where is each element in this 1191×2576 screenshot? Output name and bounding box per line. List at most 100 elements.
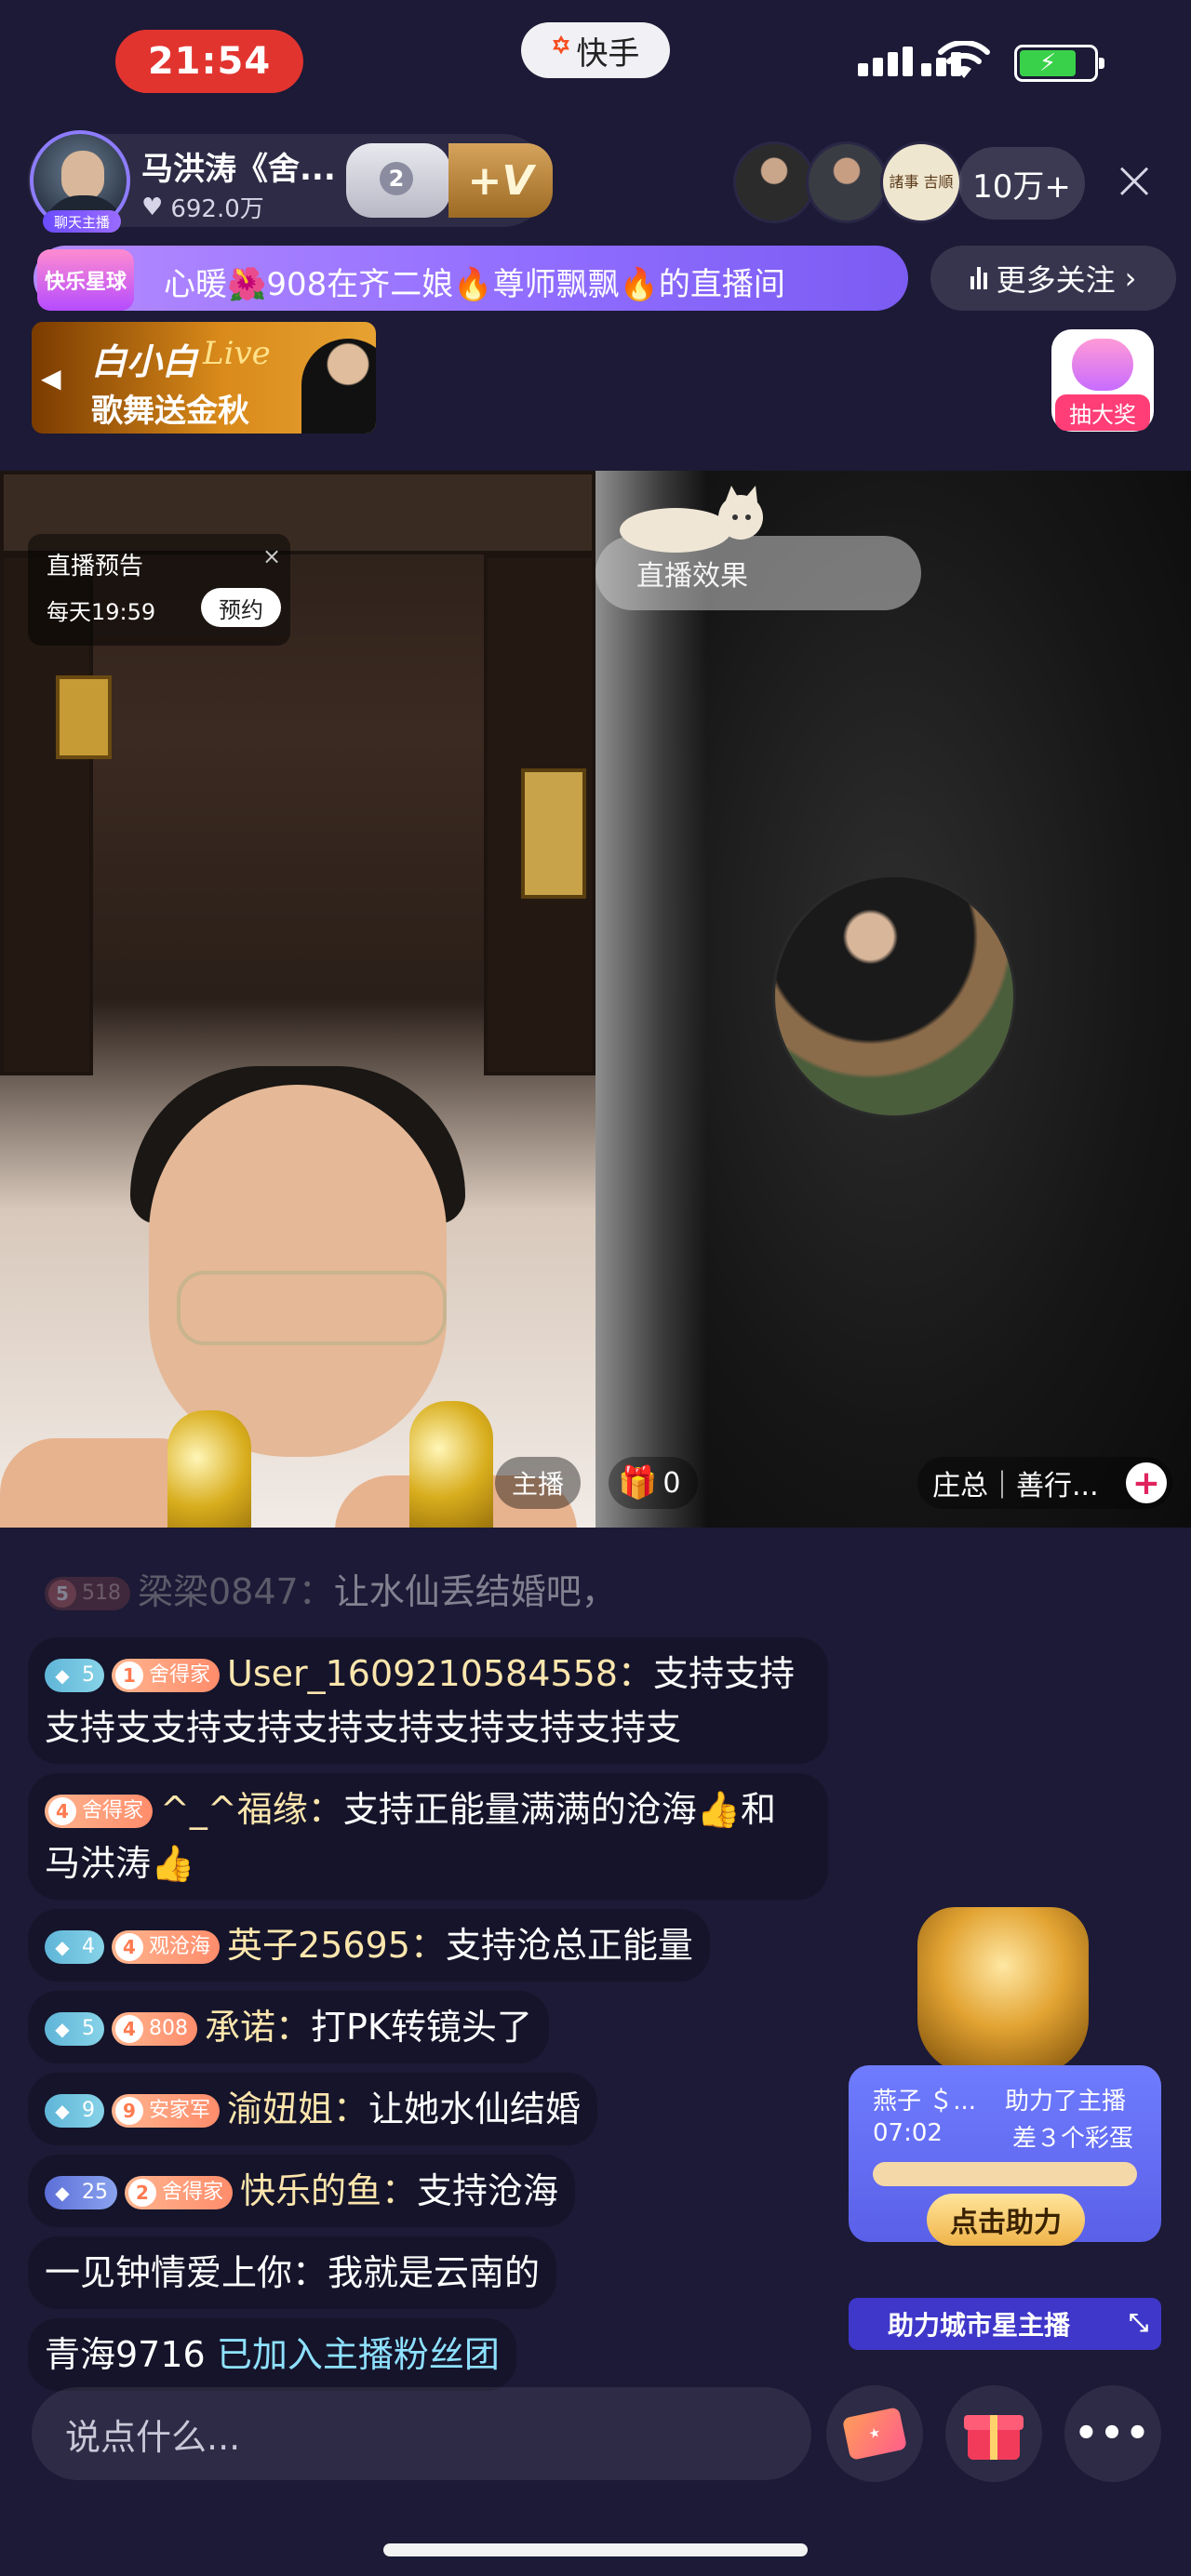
chat-text: 支持沧海 bbox=[417, 2170, 559, 2211]
more-follow-label: 更多关注 bbox=[996, 262, 1116, 298]
gem-badge: ◆ 5 bbox=[45, 2012, 104, 2046]
chat-message[interactable]: ◆ 9 9 安家军 渝妞姐：让她水仙结婚 bbox=[28, 2073, 598, 2145]
fan-club-badge: 2 舍得家 bbox=[125, 2176, 234, 2209]
viewer-count[interactable]: 10万+ bbox=[958, 147, 1085, 220]
home-indicator[interactable] bbox=[383, 2543, 808, 2556]
fan-club-badge: 4 舍得家 bbox=[45, 1795, 154, 1828]
city-star-widget[interactable]: 燕子 ＄... 助力了主播 07:02 差３个彩蛋 点击助力 助力城市星主播 ⤡ bbox=[849, 1907, 1161, 2350]
chat-text: 让水仙丢结婚吧， bbox=[333, 1571, 617, 1612]
chat-username[interactable]: 一见钟情爱上你： bbox=[45, 2252, 328, 2293]
gem-badge: ◆ 25 bbox=[45, 2176, 117, 2209]
guest-name: 庄总｜善行... bbox=[932, 1470, 1099, 1502]
gift-button[interactable] bbox=[945, 2385, 1042, 2482]
app-indicator[interactable]: ꙳ 快手 bbox=[521, 22, 670, 78]
chat-text: 支持正能量满满的沧海👍和马洪涛👍 bbox=[45, 1789, 777, 1884]
caret-left-icon: ◀ bbox=[41, 363, 61, 394]
gem-badge: ◆ 5 bbox=[45, 1659, 104, 1692]
gift-count: 0 bbox=[662, 1466, 681, 1500]
trophy-icon bbox=[917, 1907, 1089, 2075]
chat-message[interactable]: 5 518 梁梁0847：让水仙丢结婚吧， bbox=[28, 1555, 634, 1628]
top-viewer-avatar[interactable] bbox=[733, 141, 815, 223]
promo-banner[interactable]: ◀ 白小白 Live 歌舞送金秋 bbox=[32, 322, 376, 434]
chat-text: 我就是云南的 bbox=[328, 2252, 541, 2293]
battery-icon: ⚡ bbox=[1014, 45, 1104, 82]
heart-icon bbox=[1072, 339, 1133, 391]
city-star-footer[interactable]: 助力城市星主播 ⤡ bbox=[849, 2298, 1161, 2350]
cat-icon bbox=[620, 486, 763, 553]
fan-club-badge: 4 808 bbox=[112, 2012, 197, 2046]
status-time: 21:54 bbox=[115, 30, 303, 93]
host-category-badge: 聊天主播 bbox=[43, 210, 121, 233]
chat-message[interactable]: ◆ 5 1 舍得家 User_1609210584558：支持支持支持支支持支持支持支持… bbox=[28, 1637, 828, 1764]
banner-title: 白小白 bbox=[91, 341, 198, 382]
chat-username[interactable]: 承诺： bbox=[205, 2007, 311, 2048]
chat-message[interactable]: ◆ 25 2 舍得家 快乐的鱼：支持沧海 bbox=[28, 2155, 576, 2227]
kuaishou-logo-icon: ꙳ bbox=[551, 31, 571, 72]
live-preview-card[interactable]: 直播预告 × 每天19:59 预约 bbox=[28, 534, 290, 646]
preview-title: 直播预告 bbox=[47, 553, 144, 581]
chat-username[interactable]: 青海9716 bbox=[45, 2334, 206, 2375]
happy-planet-badge: 快乐星球 bbox=[37, 249, 134, 311]
host-likes: ♥ 692.0万 bbox=[141, 190, 264, 224]
fan-club-badge: 1 舍得家 bbox=[112, 1659, 221, 1692]
chat-text: 支持沧总正能量 bbox=[445, 1925, 693, 1966]
gem-badge: ◆ 9 bbox=[45, 2094, 104, 2128]
top-viewer-avatar[interactable]: 諸事 吉順 bbox=[880, 141, 962, 223]
chat-message[interactable]: ◆ 5 4 808 承诺：打PK转镜头了 bbox=[28, 1991, 549, 2063]
fan-club-badge: 4 观沧海 bbox=[112, 1930, 221, 1964]
chat-list[interactable]: 5 518 梁梁0847：让水仙丢结婚吧， ◆ 5 1 舍得家 User_160921058… bbox=[28, 1555, 828, 2400]
lottery-button[interactable]: 抽大奖 bbox=[1051, 329, 1154, 432]
follow-plus-icon[interactable]: + bbox=[1126, 1462, 1167, 1503]
diamond-icon: ◆ bbox=[55, 1664, 70, 1687]
fan-level-badge: 5 518 bbox=[45, 1577, 130, 1610]
chat-message[interactable]: ◆ 4 4 观沧海 英子25695：支持沧总正能量 bbox=[28, 1909, 710, 1982]
eggs-remaining: 差３个彩蛋 bbox=[1012, 2125, 1134, 2153]
chat-username[interactable]: ^_^福缘： bbox=[160, 1789, 343, 1830]
help-button[interactable]: 点击助力 bbox=[927, 2194, 1085, 2246]
follow-v-button[interactable]: +V bbox=[448, 143, 553, 218]
fan-club-badge: 9 安家军 bbox=[112, 2094, 221, 2128]
chart-bars-icon bbox=[970, 267, 987, 289]
chat-text: 让她水仙结婚 bbox=[368, 2089, 582, 2129]
guest-name-tag[interactable]: 庄总｜善行... + bbox=[917, 1457, 1172, 1509]
more-icon[interactable]: ••• bbox=[1064, 2385, 1161, 2482]
helper-action: 助力了主播 bbox=[1005, 2088, 1127, 2116]
guest-camera-bubble[interactable] bbox=[772, 874, 1016, 1118]
city-star-label: 助力城市星主播 bbox=[888, 2310, 1071, 2341]
chat-username[interactable]: 梁梁0847： bbox=[138, 1571, 334, 1612]
close-icon[interactable]: × bbox=[262, 543, 281, 569]
host-name[interactable]: 马洪涛《舍... bbox=[141, 143, 336, 189]
more-follow-button[interactable]: 更多关注 › bbox=[930, 246, 1176, 311]
chevron-right-icon: › bbox=[1124, 260, 1137, 296]
chat-username[interactable]: User_1609210584558： bbox=[227, 1653, 653, 1694]
gem-badge: ◆ 4 bbox=[45, 1930, 104, 1964]
system-message[interactable]: 青海9716 已加入主播粉丝团 bbox=[28, 2318, 516, 2391]
marquee-text: 心暖🌺908在齐二娘🔥尊师飘飘🔥的直播间 bbox=[164, 266, 785, 303]
collapse-icon[interactable]: ⤡ bbox=[1129, 2309, 1148, 2338]
host-tag: 主播 bbox=[495, 1457, 581, 1509]
gift-icon: 🎁 bbox=[618, 1464, 658, 1502]
level-badge[interactable]: 2 bbox=[346, 143, 450, 218]
level-number: 2 bbox=[380, 162, 413, 195]
close-icon[interactable]: × bbox=[1111, 153, 1158, 207]
city-star-card[interactable]: 燕子 ＄... 助力了主播 07:02 差３个彩蛋 点击助力 bbox=[849, 2065, 1161, 2246]
ticket-button[interactable]: ★ bbox=[826, 2385, 923, 2482]
chat-username[interactable]: 渝妞姐： bbox=[227, 2089, 368, 2129]
top-viewer-avatar[interactable] bbox=[806, 141, 888, 223]
reserve-button[interactable]: 预约 bbox=[201, 588, 281, 627]
preview-time: 每天19:59 bbox=[47, 599, 156, 625]
gift-icon bbox=[964, 2408, 1024, 2460]
progress-bar bbox=[873, 2162, 1137, 2186]
heart-icon: ♥ bbox=[141, 193, 164, 221]
banner-person-image bbox=[301, 339, 376, 434]
chat-username[interactable]: 快乐的鱼： bbox=[240, 2170, 417, 2211]
banner-live: Live bbox=[203, 335, 271, 372]
chat-message[interactable]: 4 舍得家 ^_^福缘：支持正能量满满的沧海👍和马洪涛👍 bbox=[28, 1773, 828, 1900]
system-text: 已加入主播粉丝团 bbox=[216, 2334, 500, 2375]
chat-message[interactable]: 一见钟情爱上你：我就是云南的 bbox=[28, 2236, 557, 2309]
countdown-timer: 07:02 bbox=[873, 2119, 943, 2147]
gift-counter[interactable]: 🎁 0 bbox=[609, 1457, 698, 1509]
chat-username[interactable]: 英子25695： bbox=[227, 1925, 446, 1966]
comment-input[interactable]: 说点什么... bbox=[32, 2387, 811, 2480]
likes-count: 692.0万 bbox=[170, 195, 264, 223]
